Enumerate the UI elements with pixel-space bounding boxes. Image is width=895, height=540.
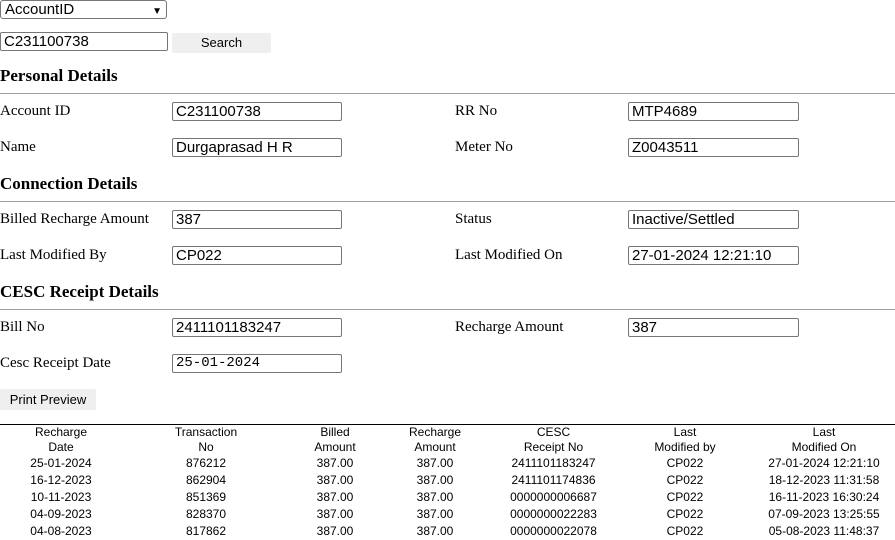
status-label: Status xyxy=(455,211,492,227)
search-field-value: AccountID xyxy=(5,1,75,18)
cell-last-modified-on: 05-08-2023 11:48:37 xyxy=(768,524,880,538)
col-header-recharge-amount[interactable]: Recharge Amount xyxy=(380,425,490,455)
table-row[interactable]: 16-12-2023 862904 387.00 387.00 24111011… xyxy=(0,472,895,489)
print-preview-button[interactable]: Print Preview xyxy=(0,389,96,410)
last-modified-on-field[interactable]: 27-01-2024 12:21:10 xyxy=(628,246,799,265)
cell-billed-amount: 387.00 xyxy=(316,456,354,470)
cell-recharge-amount: 387.00 xyxy=(416,524,454,538)
table-row[interactable]: 25-01-2024 876212 387.00 387.00 24111011… xyxy=(0,455,895,472)
last-modified-on-label: Last Modified On xyxy=(455,247,563,263)
col-header-recharge-date[interactable]: Recharge Date xyxy=(0,425,122,455)
cell-last-modified-on: 27-01-2024 12:21:10 xyxy=(768,456,880,470)
cell-recharge-date: 16-12-2023 xyxy=(30,473,92,487)
name-label: Name xyxy=(0,139,36,155)
cell-cesc-receipt-no: 2411101183247 xyxy=(511,456,596,470)
recharge-history-table: Recharge Date Transaction No Billed Amount … xyxy=(0,425,895,540)
cell-recharge-date: 25-01-2024 xyxy=(30,456,92,470)
cell-recharge-date: 10-11-2023 xyxy=(30,490,92,504)
cell-last-modified-on: 18-12-2023 11:31:58 xyxy=(768,473,880,487)
chevron-down-icon: ▼ xyxy=(152,6,162,17)
search-button[interactable]: Search xyxy=(172,33,271,53)
cell-transaction-no: 851369 xyxy=(185,490,227,504)
cell-recharge-amount: 387.00 xyxy=(416,490,454,504)
recharge-amount-label: Recharge Amount xyxy=(455,319,564,335)
cell-last-modified-by: CP022 xyxy=(666,507,704,521)
cell-transaction-no: 862904 xyxy=(185,473,227,487)
recharge-amount-field[interactable]: 387 xyxy=(628,318,799,337)
table-header-row: Recharge Date Transaction No Billed Amount … xyxy=(0,425,895,455)
last-modified-by-field[interactable]: CP022 xyxy=(172,246,342,265)
cell-billed-amount: 387.00 xyxy=(316,524,354,538)
cell-recharge-date: 04-08-2023 xyxy=(30,524,92,538)
cell-billed-amount: 387.00 xyxy=(316,473,354,487)
billed-recharge-amount-field[interactable]: 387 xyxy=(172,210,342,229)
meter-no-label: Meter No xyxy=(455,139,513,155)
cesc-receipt-details-heading: CESC Receipt Details xyxy=(0,282,159,301)
bill-no-field[interactable]: 2411101183247 xyxy=(172,318,342,337)
name-field[interactable]: Durgaprasad H R xyxy=(172,138,342,157)
col-header-last-modified-by[interactable]: Last Modified by xyxy=(617,425,753,455)
cell-recharge-amount: 387.00 xyxy=(416,456,454,470)
cell-cesc-receipt-no: 0000000006687 xyxy=(510,490,597,504)
cell-recharge-amount: 387.00 xyxy=(416,473,454,487)
personal-details-heading: Personal Details xyxy=(0,66,118,85)
cell-last-modified-on: 07-09-2023 13:25:55 xyxy=(768,507,880,521)
cell-last-modified-by: CP022 xyxy=(666,490,704,504)
cesc-receipt-date-field[interactable]: 25-01-2024 xyxy=(172,354,342,373)
divider xyxy=(0,201,895,202)
cell-cesc-receipt-no: 0000000022283 xyxy=(510,507,597,521)
cell-cesc-receipt-no: 0000000022078 xyxy=(510,524,597,538)
col-header-billed-amount[interactable]: Billed Amount xyxy=(290,425,380,455)
cell-cesc-receipt-no: 2411101174836 xyxy=(511,473,596,487)
cell-billed-amount: 387.00 xyxy=(316,490,354,504)
col-header-cesc-receipt-no[interactable]: CESC Receipt No xyxy=(490,425,617,455)
rr-no-label: RR No xyxy=(455,103,498,119)
cell-last-modified-by: CP022 xyxy=(666,524,704,538)
cell-last-modified-by: CP022 xyxy=(666,473,704,487)
table-row[interactable]: 04-08-2023 817862 387.00 387.00 00000000… xyxy=(0,523,895,540)
cell-last-modified-by: CP022 xyxy=(666,456,704,470)
cell-transaction-no: 876212 xyxy=(185,456,227,470)
col-header-last-modified-on[interactable]: Last Modified On xyxy=(753,425,895,455)
table-row[interactable]: 10-11-2023 851369 387.00 387.00 00000000… xyxy=(0,489,895,506)
col-header-transaction-no[interactable]: Transaction No xyxy=(122,425,290,455)
connection-details-heading: Connection Details xyxy=(0,174,138,193)
rr-no-field[interactable]: MTP4689 xyxy=(628,102,799,121)
bill-no-label: Bill No xyxy=(0,319,45,335)
cell-recharge-amount: 387.00 xyxy=(416,507,454,521)
cell-recharge-date: 04-09-2023 xyxy=(30,507,92,521)
cell-transaction-no: 828370 xyxy=(185,507,227,521)
last-modified-by-label: Last Modified By xyxy=(0,247,107,263)
account-id-field[interactable]: C231100738 xyxy=(172,102,342,121)
table-row[interactable]: 04-09-2023 828370 387.00 387.00 00000000… xyxy=(0,506,895,523)
cell-last-modified-on: 16-11-2023 16:30:24 xyxy=(768,490,880,504)
account-id-label: Account ID xyxy=(0,103,71,119)
search-field-select[interactable]: AccountID ▼ xyxy=(0,0,167,19)
status-field[interactable]: Inactive/Settled xyxy=(628,210,799,229)
meter-no-field[interactable]: Z0043511 xyxy=(628,138,799,157)
cell-transaction-no: 817862 xyxy=(185,524,227,538)
cell-billed-amount: 387.00 xyxy=(316,507,354,521)
divider xyxy=(0,93,895,94)
billed-recharge-amount-label: Billed Recharge Amount xyxy=(0,211,149,227)
search-input[interactable]: C231100738 xyxy=(0,32,168,51)
cesc-receipt-date-label: Cesc Receipt Date xyxy=(0,355,111,371)
divider xyxy=(0,309,895,310)
